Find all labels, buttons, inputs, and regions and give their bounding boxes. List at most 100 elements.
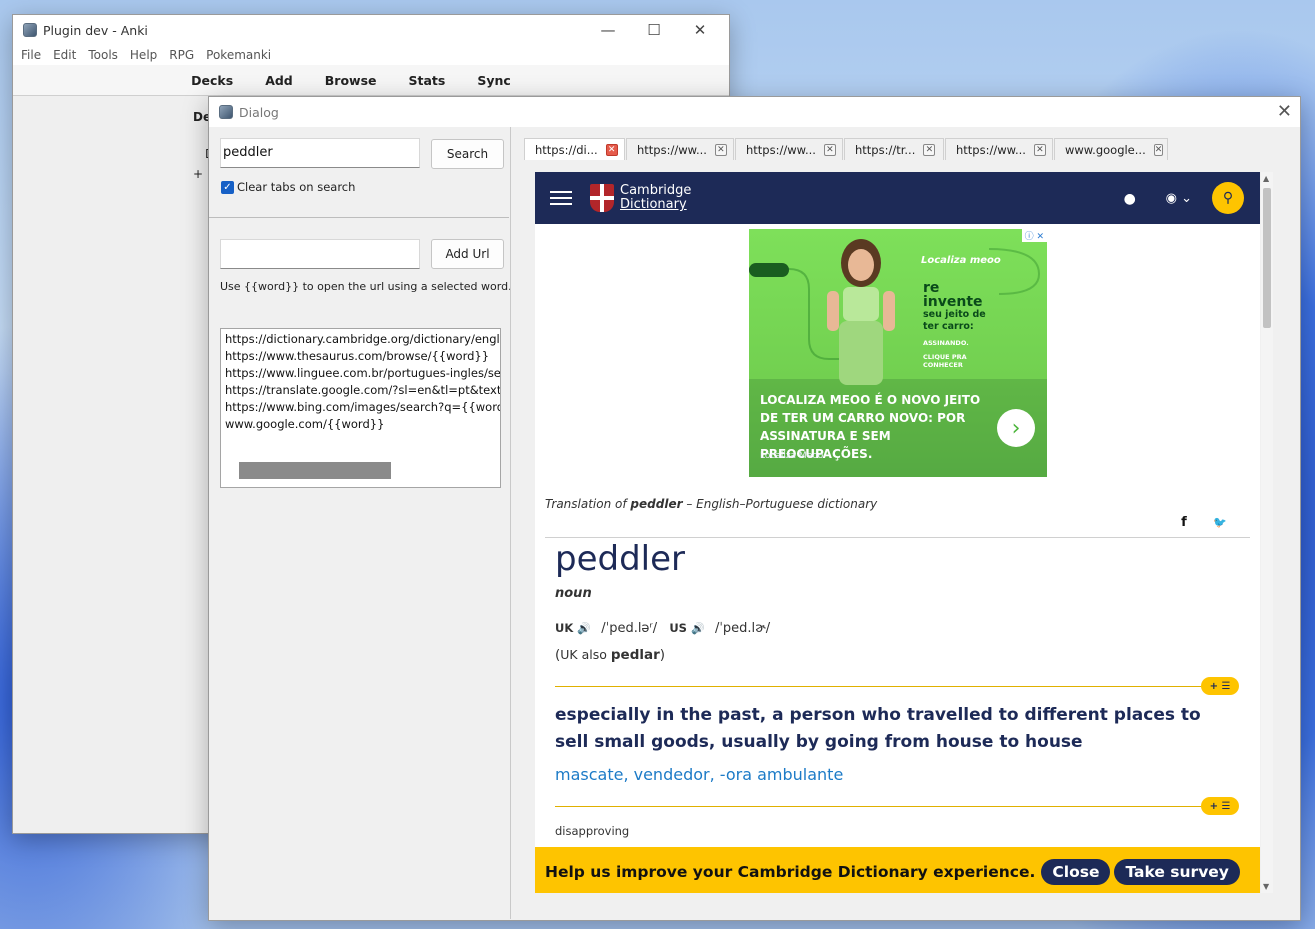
menu-rpg[interactable]: RPG — [163, 48, 200, 62]
toolbar-decks[interactable]: Decks — [191, 73, 233, 88]
dialog-close-icon[interactable]: ✕ — [1277, 101, 1292, 122]
twitter-icon[interactable]: 🐦 — [1213, 516, 1227, 529]
pronunciation-row: UK 🔊 /ˈped.ləʳ/ US 🔊 /ˈped.lɚ/ — [555, 621, 770, 636]
menu-file[interactable]: File — [15, 48, 47, 62]
anki-titlebar: Plugin dev - Anki — ☐ ✕ — [13, 15, 729, 45]
cambridge-header: Cambridge Dictionary ● ◉ ⌄ ⚲ — [535, 172, 1260, 224]
close-icon[interactable]: ✕ — [677, 15, 723, 45]
logo-line: Cambridge — [620, 183, 692, 198]
dialog-title: Dialog — [239, 104, 279, 120]
vertical-scrollbar[interactable]: ▲ ▼ — [1261, 172, 1273, 893]
add-to-list-button[interactable]: + ☰ — [1201, 797, 1239, 815]
us-ipa: /ˈped.lɚ/ — [714, 621, 771, 636]
facebook-icon[interactable]: f — [1181, 515, 1187, 530]
list-item[interactable]: www.google.com/{{word}} — [221, 416, 500, 433]
toolbar-stats[interactable]: Stats — [409, 73, 446, 88]
caption-word: peddler — [630, 497, 683, 511]
maximize-icon[interactable]: ☐ — [631, 15, 677, 45]
tab-close-icon[interactable]: ✕ — [1153, 143, 1164, 156]
add-url-button[interactable]: Add Url — [431, 239, 504, 269]
part-of-speech: noun — [555, 586, 592, 601]
hamburger-menu-icon[interactable] — [550, 187, 572, 209]
add-to-list-button[interactable]: + ☰ — [1201, 677, 1239, 695]
caption-prefix: Translation of — [545, 497, 631, 511]
menu-help[interactable]: Help — [124, 48, 163, 62]
scroll-down-icon[interactable]: ▼ — [1263, 882, 1269, 891]
ad-word: re — [923, 280, 940, 296]
tab-linguee[interactable]: https://ww... ✕ — [735, 138, 843, 160]
list-item[interactable]: https://dictionary.cambridge.org/diction… — [221, 331, 500, 348]
variant-note: (UK also pedlar) — [555, 647, 665, 663]
toolbar-browse[interactable]: Browse — [325, 73, 377, 88]
search-button[interactable]: Search — [431, 139, 504, 169]
tab-close-icon[interactable]: ✕ — [823, 143, 836, 156]
tab-close-icon[interactable]: ✕ — [714, 143, 727, 156]
ad-word: invente — [923, 294, 983, 310]
menu-edit[interactable]: Edit — [47, 48, 82, 62]
toolbar-sync[interactable]: Sync — [477, 73, 510, 88]
portuguese-translation[interactable]: mascate, vendedor, -ora ambulante — [555, 765, 843, 784]
anki-app-icon — [23, 23, 37, 37]
tab-label: https://ww... — [637, 142, 707, 157]
list-item[interactable]: https://www.thesaurus.com/browse/{{word}… — [221, 348, 500, 365]
toolbar-add[interactable]: Add — [265, 73, 293, 88]
speaker-icon[interactable]: 🔊 — [691, 622, 705, 635]
tab-label: https://di... — [535, 142, 598, 157]
scrollbar-thumb[interactable] — [1263, 188, 1271, 328]
menu-pokemanki[interactable]: Pokemanki — [200, 48, 277, 62]
anki-window-title: Plugin dev - Anki — [43, 22, 148, 38]
tab-label: https://ww... — [956, 142, 1026, 157]
dialog-app-icon — [219, 105, 233, 119]
cambridge-shield-icon[interactable] — [590, 184, 614, 212]
main-toolbar: Decks Add Browse Stats Sync — [13, 65, 729, 96]
translation-caption: Translation of peddler – English–Portugu… — [545, 497, 877, 511]
cambridge-logo[interactable]: Cambridge Dictionary — [620, 184, 691, 212]
tab-close-icon[interactable]: ✕ — [923, 143, 936, 156]
chevron-right-icon[interactable]: › — [997, 409, 1035, 447]
user-icon[interactable]: ● — [1124, 191, 1138, 207]
advertisement[interactable]: Localiza meoo re invente seu jeito de te… — [749, 229, 1047, 477]
survey-close-button[interactable]: Close — [1041, 859, 1111, 885]
menubar: File Edit Tools Help RPG Pokemanki — [13, 45, 729, 65]
uk-ipa: /ˈped.ləʳ/ — [601, 621, 658, 636]
horizontal-scrollbar[interactable] — [239, 462, 391, 479]
scroll-up-icon[interactable]: ▲ — [1263, 174, 1269, 183]
search-input[interactable]: peddler — [220, 138, 420, 168]
take-survey-button[interactable]: Take survey — [1114, 859, 1240, 885]
search-icon[interactable]: ⚲ — [1212, 182, 1244, 214]
clear-tabs-label: Clear tabs on search — [237, 180, 356, 194]
us-label: US — [669, 621, 687, 635]
speaker-icon[interactable]: 🔊 — [577, 622, 591, 635]
adchoices-icon[interactable]: ⓘ ✕ — [1021, 229, 1047, 242]
tab-label: https://tr... — [855, 142, 916, 157]
variant-word: pedlar — [610, 647, 660, 663]
tab-bing[interactable]: https://ww... ✕ — [945, 138, 1053, 160]
tab-cambridge[interactable]: https://di... ✕ — [524, 138, 625, 160]
tab-label: https://ww... — [746, 142, 816, 157]
url-input[interactable] — [220, 239, 420, 269]
minimize-icon[interactable]: — — [585, 15, 631, 45]
ad-model-image — [827, 239, 895, 385]
survey-text: Help us improve your Cambridge Dictionar… — [545, 863, 1036, 881]
left-panel: peddler Search ✓ Clear tabs on search Ad… — [209, 127, 512, 919]
ad-sponsor: Localiza Meoo — [760, 451, 824, 461]
list-item[interactable]: https://translate.google.com/?sl=en&tl=p… — [221, 382, 500, 399]
list-item[interactable]: https://www.bing.com/images/search?q={{w… — [221, 399, 500, 416]
paren: ) — [659, 647, 666, 663]
headword: peddler — [555, 539, 686, 579]
web-view[interactable]: Cambridge Dictionary ● ◉ ⌄ ⚲ Localiza me… — [535, 172, 1260, 893]
clear-tabs-checkbox[interactable]: ✓ — [221, 181, 234, 194]
tab-thesaurus[interactable]: https://ww... ✕ — [626, 138, 734, 160]
tab-close-icon[interactable]: ✕ — [605, 143, 618, 156]
tab-close-icon[interactable]: ✕ — [1033, 143, 1046, 156]
divider — [545, 537, 1250, 538]
menu-tools[interactable]: Tools — [82, 48, 124, 62]
url-hint: Use {{word}} to open the url using a sel… — [220, 280, 512, 293]
tab-translate[interactable]: https://tr... ✕ — [844, 138, 944, 160]
ad-headline-big: re invente — [923, 281, 983, 309]
tab-google[interactable]: www.google... ✕ — [1054, 138, 1168, 160]
url-list[interactable]: https://dictionary.cambridge.org/diction… — [220, 328, 501, 488]
list-item[interactable]: https://www.linguee.com.br/portugues-ing… — [221, 365, 500, 382]
tab-bar: https://di... ✕ https://ww... ✕ https://… — [524, 138, 1169, 160]
globe-icon[interactable]: ◉ ⌄ — [1166, 191, 1192, 206]
